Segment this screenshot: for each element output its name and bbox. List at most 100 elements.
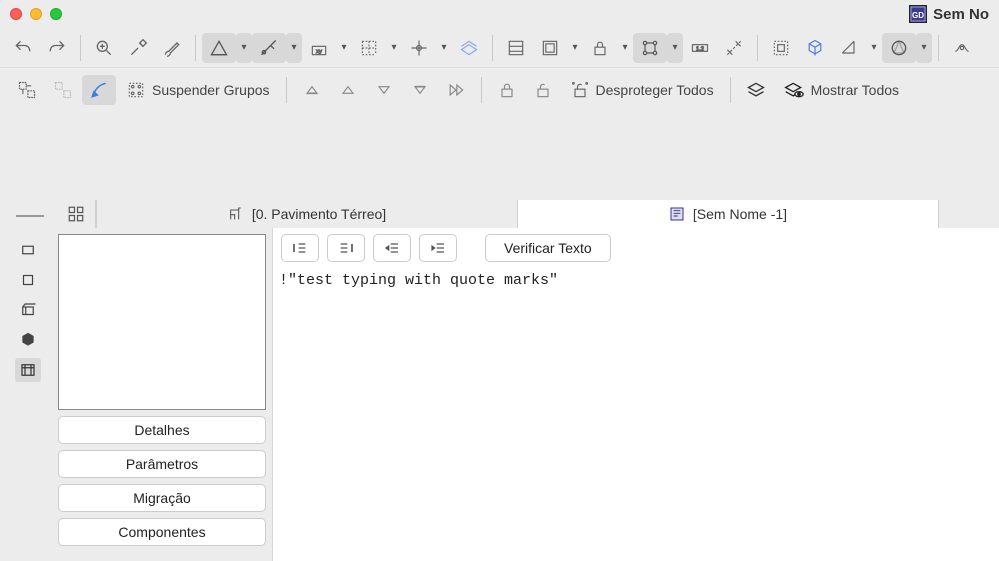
view-front-button[interactable] [15,268,41,292]
brush-button[interactable] [155,33,189,63]
layers-icon-button[interactable] [739,75,773,105]
separator [730,77,731,103]
grid-tool-dropdown[interactable]: ▾ [352,33,402,63]
separator [481,77,482,103]
parameters-button[interactable]: Parâmetros [58,450,266,478]
chevron-down-icon[interactable]: ▾ [667,33,683,63]
cycle-down-button[interactable] [403,75,437,105]
tab-floor-plan[interactable]: [0. Pavimento Térreo] [97,200,517,228]
chevron-down-icon[interactable]: ▾ [436,33,452,63]
tri-up-button[interactable] [331,75,365,105]
migration-button[interactable]: Migração [58,484,266,512]
preview-box [58,234,266,410]
layers-button[interactable] [499,33,533,63]
main-column: [0. Pavimento Térreo] [Sem Nome -1] Deta… [56,200,999,561]
script-editor: Verificar Texto !"test typing with quote… [272,228,999,561]
window-title-text: Sem No [933,6,989,23]
components-label: Componentes [118,524,205,540]
editor-toolbar: Verificar Texto [273,228,999,268]
window-title: GD Sem No [909,5,989,23]
redo-button[interactable] [40,33,74,63]
guideline-button[interactable] [717,33,751,63]
details-button[interactable]: Detalhes [58,416,266,444]
components-button[interactable]: Componentes [58,518,266,546]
minimize-window-button[interactable] [30,8,42,20]
view-script-button[interactable] [15,358,41,382]
skip-button[interactable] [439,75,473,105]
lower-area: Detalhes Parâmetros Migração Componentes [56,228,999,561]
close-window-button[interactable] [10,8,22,20]
connect-tool-dropdown[interactable]: ▾ [633,33,683,63]
rect-tool-dropdown[interactable]: ▾ [533,33,583,63]
group-select-button[interactable] [10,75,44,105]
dimension-button[interactable]: 1.2 [683,33,717,63]
tab-unnamed-label: [Sem Nome -1] [693,206,787,222]
titlebar: GD Sem No [0,0,999,28]
chevron-down-icon[interactable]: ▾ [336,33,352,63]
unlock-button[interactable] [526,75,560,105]
svg-text:xy: xy [316,49,322,55]
group-button[interactable] [764,33,798,63]
eyedropper-button[interactable] [121,33,155,63]
lock-tool-dropdown[interactable]: ▾ [583,33,633,63]
collapse-handle-icon[interactable] [16,215,44,217]
outdent-button[interactable] [373,234,411,262]
undo-button[interactable] [6,33,40,63]
intersect-button[interactable] [945,33,979,63]
chevron-down-icon[interactable]: ▾ [567,33,583,63]
suspend-groups-label: Suspender Grupos [152,82,270,98]
tri-down-button[interactable] [367,75,401,105]
view-mode-strip [0,228,56,382]
parameters-label: Parâmetros [126,456,198,472]
tab-grid-button[interactable] [56,200,96,228]
shape-tool-dropdown[interactable]: ▾ [832,33,882,63]
rotate3d-button[interactable] [798,33,832,63]
ungroup-button[interactable] [46,75,80,105]
tab-floor-label: [0. Pavimento Térreo] [252,206,386,222]
suspend-groups-button[interactable]: Suspender Grupos [118,75,278,105]
separator [938,35,939,61]
show-all-button[interactable]: Mostrar Todos [775,75,907,105]
unprotect-all-button[interactable]: Desproteger Todos [562,75,722,105]
zoom-window-button[interactable] [50,8,62,20]
chevron-down-icon[interactable]: ▾ [916,33,932,63]
separator [492,35,493,61]
secondary-toolbar: Suspender Grupos Desproteger Todos Mostr… [0,68,999,112]
main-toolbar: ▾ ▾ xy ▾ ▾ ▾ ▾ ▾ ▾ 1.2 [0,28,999,68]
verify-text-button[interactable]: Verificar Texto [485,234,611,262]
chevron-down-icon[interactable]: ▾ [617,33,633,63]
window-controls [10,8,62,20]
separator [195,35,196,61]
view-section-button[interactable] [15,298,41,322]
cycle-up-button[interactable] [295,75,329,105]
snap-tool-dropdown[interactable]: ▾ [252,33,302,63]
verify-text-label: Verificar Texto [504,240,592,256]
zoom-tool-button[interactable] [87,33,121,63]
tab-unnamed[interactable]: [Sem Nome -1] [518,200,938,228]
chevron-down-icon[interactable]: ▾ [866,33,882,63]
view-3d-button[interactable] [15,328,41,352]
indent-right-button[interactable] [327,234,365,262]
triangle-tool-dropdown[interactable]: ▾ [202,33,252,63]
content-area: [0. Pavimento Térreo] [Sem Nome -1] Deta… [0,200,999,561]
indent-left-button[interactable] [281,234,319,262]
chevron-down-icon[interactable]: ▾ [286,33,302,63]
lock-button[interactable] [490,75,524,105]
circle-tool-dropdown[interactable]: ▾ [882,33,932,63]
target-tool-dropdown[interactable]: ▾ [402,33,452,63]
separator [80,35,81,61]
empty-toolbar-area [0,112,999,200]
script-content: "test typing with quote marks" [288,272,558,289]
unprotect-all-label: Desproteger Todos [596,82,714,98]
coord-tool-dropdown[interactable]: xy ▾ [302,33,352,63]
edit-group-button[interactable] [82,75,116,105]
script-textarea[interactable]: !"test typing with quote marks" [273,268,999,561]
separator [757,35,758,61]
plane-tool-button[interactable] [452,33,486,63]
view-top-button[interactable] [15,238,41,262]
svg-text:1.2: 1.2 [696,46,704,52]
chevron-down-icon[interactable]: ▾ [386,33,402,63]
separator [286,77,287,103]
chevron-down-icon[interactable]: ▾ [236,33,252,63]
indent-button[interactable] [419,234,457,262]
